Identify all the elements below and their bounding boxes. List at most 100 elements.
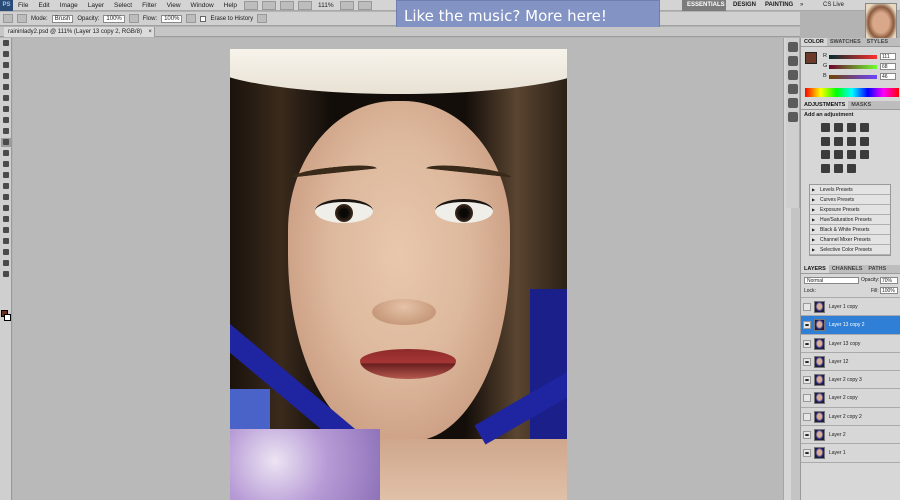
tab-masks[interactable]: MASKS xyxy=(848,101,874,109)
brightness-contrast-icon[interactable] xyxy=(821,123,830,132)
preset-curves[interactable]: Curves Presets xyxy=(810,195,890,205)
red-value-input[interactable]: 111 xyxy=(880,53,896,60)
menu-image[interactable]: Image xyxy=(55,0,83,11)
tab-color[interactable]: COLOR xyxy=(801,38,827,46)
visibility-eye-icon[interactable] xyxy=(803,376,811,385)
levels-icon[interactable] xyxy=(834,123,843,132)
blur-tool-icon[interactable] xyxy=(1,171,11,180)
zoom-tool-icon[interactable] xyxy=(298,0,313,10)
preset-channel-mixer[interactable]: Channel Mixer Presets xyxy=(810,235,890,245)
workspace-more[interactable]: » xyxy=(795,0,808,11)
layer-row[interactable]: Layer 1 xyxy=(801,444,900,463)
layer-name[interactable]: Layer 2 copy xyxy=(829,395,858,401)
workspace-design[interactable]: DESIGN xyxy=(728,0,761,11)
layer-row[interactable]: Layer 2 xyxy=(801,426,900,445)
dodge-tool-icon[interactable] xyxy=(1,182,11,191)
menu-select[interactable]: Select xyxy=(109,0,137,11)
marquee-tool-icon[interactable] xyxy=(1,50,11,59)
shape-tool-icon[interactable] xyxy=(1,226,11,235)
selective-color-icon[interactable] xyxy=(847,163,856,173)
eyedropper-tool-icon[interactable] xyxy=(1,94,11,103)
green-value-input[interactable]: 68 xyxy=(880,63,896,70)
mode-select[interactable]: Brush xyxy=(51,14,74,23)
menu-layer[interactable]: Layer xyxy=(83,0,109,11)
layer-row[interactable]: Layer 13 copy 2 xyxy=(801,316,900,335)
fill-input[interactable]: 100% xyxy=(880,287,898,294)
preset-exposure[interactable]: Exposure Presets xyxy=(810,205,890,215)
green-slider[interactable] xyxy=(829,65,877,69)
visibility-eye-icon[interactable] xyxy=(803,412,811,421)
minibridge-icon[interactable] xyxy=(262,0,277,10)
color-foreground-box[interactable] xyxy=(805,52,817,64)
visibility-eye-icon[interactable] xyxy=(803,449,811,458)
workspace-essentials[interactable]: ESSENTIALS xyxy=(682,0,726,11)
flow-input[interactable]: 100% xyxy=(161,14,183,23)
screen-mode-icon[interactable] xyxy=(357,0,372,10)
eraser-tool-icon[interactable] xyxy=(1,149,11,158)
layer-name[interactable]: Layer 12 xyxy=(829,359,848,365)
menu-help[interactable]: Help xyxy=(219,0,242,11)
close-icon[interactable]: × xyxy=(148,27,152,37)
character-panel-icon[interactable] xyxy=(788,98,798,108)
document-tab[interactable]: raininlady2.psd @ 111% (Layer 13 copy 2,… xyxy=(4,27,155,37)
color-balance-icon[interactable] xyxy=(847,136,856,146)
visibility-eye-icon[interactable] xyxy=(803,394,811,403)
zoom-tool-icon[interactable] xyxy=(1,270,11,279)
type-tool-icon[interactable] xyxy=(1,204,11,213)
visibility-eye-icon[interactable] xyxy=(803,303,811,311)
layer-row[interactable]: Layer 12 xyxy=(801,353,900,372)
3d-orbit-tool-icon[interactable] xyxy=(1,248,11,257)
gradient-tool-icon[interactable] xyxy=(1,160,11,169)
healing-brush-tool-icon[interactable] xyxy=(1,105,11,114)
blend-mode-select[interactable]: Normal xyxy=(804,277,859,284)
tab-layers[interactable]: LAYERS xyxy=(801,265,829,273)
brush-size-icon[interactable] xyxy=(17,14,27,23)
clone-source-icon[interactable] xyxy=(788,84,798,94)
channel-mixer-icon[interactable] xyxy=(834,150,843,159)
exposure-icon[interactable] xyxy=(860,123,869,132)
path-selection-tool-icon[interactable] xyxy=(1,215,11,224)
tab-channels[interactable]: CHANNELS xyxy=(829,265,866,273)
layer-row[interactable]: Layer 1 copy xyxy=(801,298,900,317)
blue-value-input[interactable]: 46 xyxy=(880,73,896,80)
cs-live-button[interactable]: CS Live xyxy=(818,0,849,11)
history-brush-tool-icon[interactable] xyxy=(1,138,11,147)
tool-preset-icon[interactable] xyxy=(3,14,13,23)
menu-file[interactable]: File xyxy=(13,0,33,11)
clone-stamp-tool-icon[interactable] xyxy=(1,127,11,136)
opacity-input[interactable]: 100% xyxy=(103,14,125,23)
tab-swatches[interactable]: SWATCHES xyxy=(827,38,864,46)
workspace-painting[interactable]: PAINTING xyxy=(760,0,798,11)
arrange-documents-icon[interactable] xyxy=(339,0,354,10)
avatar[interactable] xyxy=(865,3,897,39)
layer-name[interactable]: Layer 13 copy xyxy=(829,341,860,347)
layer-opacity-input[interactable]: 70% xyxy=(880,277,898,284)
zoom-level[interactable]: 111% xyxy=(314,2,338,9)
visibility-eye-icon[interactable] xyxy=(803,431,811,440)
move-tool-icon[interactable] xyxy=(1,39,11,48)
tab-paths[interactable]: PATHS xyxy=(865,265,889,273)
layer-row[interactable]: Layer 2 copy 2 xyxy=(801,408,900,427)
quick-selection-tool-icon[interactable] xyxy=(1,72,11,81)
color-spectrum-ramp[interactable] xyxy=(805,88,899,97)
threshold-icon[interactable] xyxy=(821,163,830,173)
history-panel-icon[interactable] xyxy=(788,42,798,52)
brush-tool-icon[interactable] xyxy=(1,116,11,125)
visibility-eye-icon[interactable] xyxy=(803,321,811,330)
preset-selective-color[interactable]: Selective Color Presets xyxy=(810,245,890,255)
invert-icon[interactable] xyxy=(847,150,856,159)
layer-row[interactable]: Layer 13 copy xyxy=(801,335,900,353)
posterize-icon[interactable] xyxy=(860,150,869,159)
airbrush-icon[interactable] xyxy=(186,14,197,23)
hand-tool-icon[interactable] xyxy=(280,0,295,10)
crop-tool-icon[interactable] xyxy=(1,83,11,92)
layer-name[interactable]: Layer 2 xyxy=(829,432,846,438)
menu-view[interactable]: View xyxy=(162,0,186,11)
menu-edit[interactable]: Edit xyxy=(33,0,54,11)
preset-black-white[interactable]: Black & White Presets xyxy=(810,225,890,235)
pressure-opacity-icon[interactable] xyxy=(128,14,139,23)
menu-filter[interactable]: Filter xyxy=(137,0,161,11)
canvas-area[interactable] xyxy=(13,38,783,500)
visibility-eye-icon[interactable] xyxy=(803,357,811,366)
layer-name[interactable]: Layer 2 copy 2 xyxy=(829,414,862,420)
